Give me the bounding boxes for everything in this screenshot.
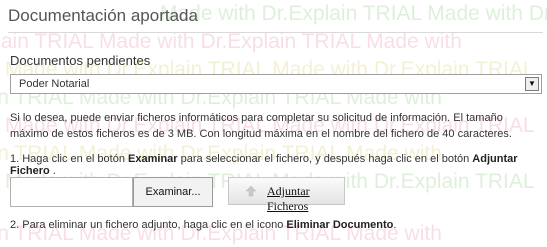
- upload-arrow-icon: [245, 185, 257, 197]
- attach-files-label: Adjuntar Ficheros: [267, 184, 310, 213]
- title-divider: [8, 32, 543, 33]
- chevron-down-icon[interactable]: ▼: [525, 77, 539, 91]
- step-one-text: para seleccionar el fichero, y después h…: [177, 153, 473, 165]
- step-two-eliminar: Eliminar Documento: [286, 219, 394, 231]
- step-two-text: .: [393, 219, 397, 231]
- step-two-text: 2. Para eliminar un fichero adjunto, hag…: [10, 219, 287, 231]
- step-one-instructions: 1. Haga clic en el botón Examinar para s…: [10, 153, 547, 177]
- step-two-instructions: 2. Para eliminar un fichero adjunto, hag…: [10, 219, 396, 231]
- pending-documents-label: Documentos pendientes: [10, 53, 151, 68]
- pending-documents-select[interactable]: Poder Notarial ▼: [10, 74, 542, 94]
- upload-info-text: Si lo desea, puede enviar ficheros infor…: [10, 112, 512, 140]
- watermark-line: Made with Dr.Explain TRIAL Made with Dr.…: [160, 2, 547, 25]
- step-one-text: .: [49, 165, 56, 177]
- step-one-text: 1. Haga clic en el botón: [10, 153, 129, 165]
- step-one-examinar: Examinar: [128, 153, 178, 165]
- file-path-field[interactable]: [10, 177, 133, 207]
- document-upload-panel: Made with Dr.Explain TRIAL Made with Dr.…: [0, 0, 547, 247]
- watermark-line: Explain TRIAL Made with Dr.Explain TRIAL…: [0, 30, 462, 53]
- selected-document-value: Poder Notarial: [19, 78, 90, 90]
- attach-files-button[interactable]: Adjuntar Ficheros: [228, 177, 345, 213]
- browse-button[interactable]: Examinar...: [133, 177, 213, 207]
- section-title: Documentación aportada: [8, 6, 198, 25]
